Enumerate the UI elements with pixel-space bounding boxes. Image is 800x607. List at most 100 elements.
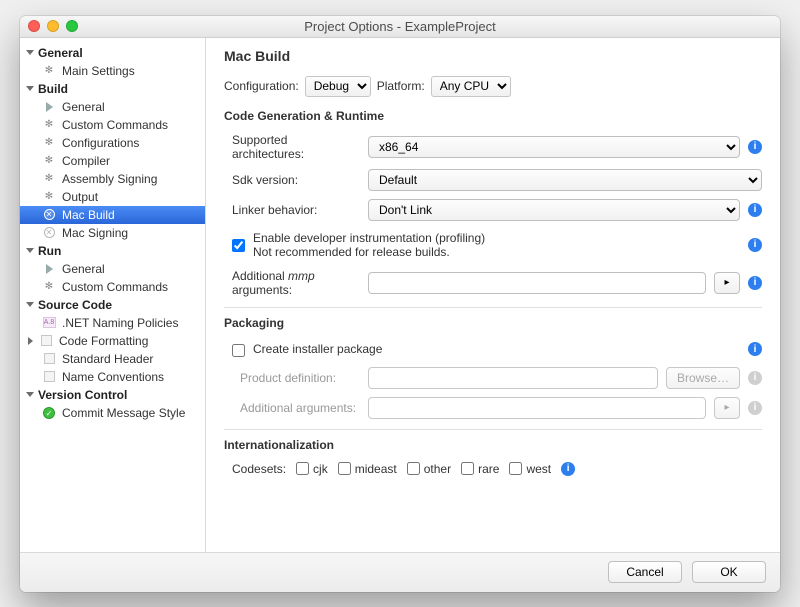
codeset-mideast-checkbox[interactable]: [338, 462, 351, 475]
chevron-down-icon: [26, 392, 34, 397]
sidebar-item-label: Commit Message Style: [62, 404, 185, 422]
platform-select[interactable]: Any CPU: [431, 76, 511, 97]
play-icon: [42, 262, 56, 276]
check-circle-icon: ✓: [42, 406, 56, 420]
sidebar-item-label: Code Formatting: [59, 332, 148, 350]
sidebar-item-custom-commands[interactable]: ✻ Custom Commands: [20, 116, 205, 134]
mmp-input[interactable]: [368, 272, 706, 294]
codeset-mideast[interactable]: mideast: [338, 462, 397, 476]
gear-icon: ✻: [42, 280, 56, 294]
cancel-button[interactable]: Cancel: [608, 561, 682, 583]
sidebar-item-run-custom-commands[interactable]: ✻ Custom Commands: [20, 278, 205, 296]
sidebar-item-label: .NET Naming Policies: [62, 314, 178, 332]
linker-select[interactable]: Don't Link: [368, 199, 740, 221]
chevron-right-icon: [28, 337, 33, 345]
sidebar-group-label: Build: [38, 82, 68, 96]
packaging-additional-args-label: Additional arguments:: [224, 401, 360, 415]
project-options-window: Project Options - ExampleProject General…: [20, 16, 780, 592]
codesets-label: Codesets:: [232, 462, 286, 476]
info-icon[interactable]: i: [748, 342, 762, 356]
codeset-cjk[interactable]: cjk: [296, 462, 328, 476]
section-code-generation: Code Generation & Runtime: [224, 109, 762, 123]
gear-icon: ✻: [42, 64, 56, 78]
codeset-other[interactable]: other: [407, 462, 451, 476]
codeset-west-checkbox[interactable]: [509, 462, 522, 475]
sidebar-group-source-code[interactable]: Source Code: [20, 296, 205, 314]
sidebar: General ✻ Main Settings Build General ✻ …: [20, 38, 206, 552]
codeset-west[interactable]: west: [509, 462, 551, 476]
sidebar-item-naming-policies[interactable]: A.8 .NET Naming Policies: [20, 314, 205, 332]
row-product-definition: Product definition: Browse… i: [224, 367, 762, 389]
product-definition-label: Product definition:: [224, 371, 360, 385]
chevron-down-icon: [26, 50, 34, 55]
mmp-expand-button[interactable]: ▸: [714, 272, 740, 294]
sidebar-item-label: Assembly Signing: [62, 170, 157, 188]
sidebar-group-run[interactable]: Run: [20, 242, 205, 260]
titlebar: Project Options - ExampleProject: [20, 16, 780, 38]
linker-label: Linker behavior:: [224, 203, 360, 217]
sidebar-item-label: Configurations: [62, 134, 139, 152]
codeset-rare-checkbox[interactable]: [461, 462, 474, 475]
product-definition-input: [368, 367, 658, 389]
sidebar-item-label: Mac Signing: [62, 224, 128, 242]
gear-icon: ✻: [42, 172, 56, 186]
info-icon[interactable]: i: [748, 276, 762, 290]
sidebar-item-main-settings[interactable]: ✻ Main Settings: [20, 62, 205, 80]
sidebar-item-name-conventions[interactable]: Name Conventions: [20, 368, 205, 386]
browse-button: Browse…: [666, 367, 740, 389]
sidebar-group-build[interactable]: Build: [20, 80, 205, 98]
profiling-checkbox[interactable]: [232, 239, 245, 252]
info-icon: i: [748, 401, 762, 415]
sidebar-item-output[interactable]: ✻ Output: [20, 188, 205, 206]
codeset-rare[interactable]: rare: [461, 462, 499, 476]
arch-select[interactable]: x86_64: [368, 136, 740, 158]
sidebar-item-label: General: [62, 260, 105, 278]
info-icon[interactable]: i: [748, 203, 762, 217]
codeset-other-checkbox[interactable]: [407, 462, 420, 475]
sidebar-item-compiler[interactable]: ✻ Compiler: [20, 152, 205, 170]
platform-label: Platform:: [377, 79, 425, 93]
sidebar-group-label: Version Control: [38, 388, 127, 402]
configuration-select[interactable]: Debug: [305, 76, 371, 97]
sdk-label: Sdk version:: [224, 173, 360, 187]
sidebar-item-run-general[interactable]: General: [20, 260, 205, 278]
circle-x-icon: ✕: [42, 226, 56, 240]
sidebar-item-label: Custom Commands: [62, 116, 168, 134]
sidebar-item-label: Output: [62, 188, 98, 206]
profiling-label: Enable developer instrumentation (profil…: [253, 231, 485, 259]
sidebar-item-label: Name Conventions: [62, 368, 164, 386]
sidebar-item-code-formatting[interactable]: Code Formatting: [20, 332, 205, 350]
sidebar-item-standard-header[interactable]: Standard Header: [20, 350, 205, 368]
window-body: General ✻ Main Settings Build General ✻ …: [20, 38, 780, 552]
sidebar-item-build-general[interactable]: General: [20, 98, 205, 116]
info-icon[interactable]: i: [748, 140, 762, 154]
gear-icon: ✻: [42, 136, 56, 150]
sidebar-group-label: General: [38, 46, 83, 60]
sidebar-item-commit-message-style[interactable]: ✓ Commit Message Style: [20, 404, 205, 422]
content-pane: Mac Build Configuration: Debug Platform:…: [206, 38, 780, 552]
config-row: Configuration: Debug Platform: Any CPU: [224, 76, 762, 97]
info-icon[interactable]: i: [561, 462, 575, 476]
sidebar-item-assembly-signing[interactable]: ✻ Assembly Signing: [20, 170, 205, 188]
row-create-installer: Create installer package i: [224, 342, 762, 357]
section-internationalization: Internationalization: [224, 429, 762, 452]
document-icon: [42, 370, 56, 384]
sdk-select[interactable]: Default: [368, 169, 762, 191]
sidebar-group-version-control[interactable]: Version Control: [20, 386, 205, 404]
sidebar-item-mac-signing[interactable]: ✕ Mac Signing: [20, 224, 205, 242]
page-title: Mac Build: [224, 48, 762, 64]
sidebar-group-general[interactable]: General: [20, 44, 205, 62]
document-icon: [39, 334, 53, 348]
ok-button[interactable]: OK: [692, 561, 766, 583]
arch-label: Supported architectures:: [224, 133, 360, 161]
sidebar-item-mac-build[interactable]: ✕ Mac Build: [20, 206, 205, 224]
window-title: Project Options - ExampleProject: [20, 19, 780, 34]
info-icon[interactable]: i: [748, 238, 762, 252]
codeset-cjk-checkbox[interactable]: [296, 462, 309, 475]
sidebar-item-configurations[interactable]: ✻ Configurations: [20, 134, 205, 152]
create-installer-checkbox[interactable]: [232, 344, 245, 357]
a8-icon: A.8: [42, 316, 56, 330]
row-linker-behavior: Linker behavior: Don't Link i: [224, 199, 762, 221]
sidebar-item-label: Standard Header: [62, 350, 153, 368]
sidebar-item-label: Custom Commands: [62, 278, 168, 296]
